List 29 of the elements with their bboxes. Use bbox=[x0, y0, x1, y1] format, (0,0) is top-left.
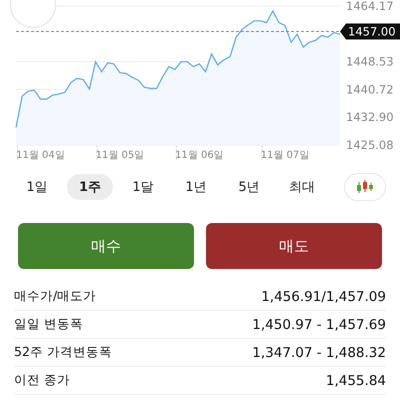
range-tab[interactable]: 5년 bbox=[226, 174, 272, 200]
price-tag: 1457.00 bbox=[340, 24, 400, 40]
axis-label: 1432.90 bbox=[346, 110, 394, 124]
axis-label: 1448.53 bbox=[346, 54, 394, 69]
stat-value: 1,456.91/1,457.09 bbox=[261, 288, 386, 304]
range-tab[interactable]: 1달 bbox=[120, 174, 166, 200]
axis-label: 11월 07일 bbox=[260, 150, 310, 161]
candlestick-icon bbox=[355, 180, 375, 194]
buy-button[interactable]: 매수 bbox=[18, 223, 194, 269]
range-tab[interactable]: 1일 bbox=[14, 174, 60, 200]
range-tab[interactable]: 최대 bbox=[279, 174, 325, 200]
axis-label: 11월 05일 bbox=[96, 150, 144, 161]
axis-label: 1440.72 bbox=[346, 82, 394, 96]
axis-label: 11월 06일 bbox=[175, 150, 224, 161]
stat-value: 1,455.84 bbox=[326, 372, 386, 388]
stat-label: 일일 변동폭 bbox=[14, 316, 83, 333]
axis-label: 11월 04일 bbox=[16, 150, 65, 161]
axis-label: 1425.08 bbox=[346, 138, 394, 152]
ref-line-label: 1457.00 bbox=[348, 24, 396, 38]
stat-label: 이전 종가 bbox=[14, 372, 70, 389]
axis-label: 1464.17 bbox=[346, 0, 394, 13]
stat-value: 1,450.97 - 1,457.69 bbox=[252, 316, 386, 332]
stat-label: 52주 가격변동폭 bbox=[14, 344, 112, 361]
chart-type-button[interactable] bbox=[344, 173, 386, 201]
sell-button[interactable]: 매도 bbox=[206, 223, 382, 269]
stat-label: 매수가/매도가 bbox=[14, 288, 96, 305]
stat-value: 1,347.07 - 1,488.32 bbox=[252, 344, 386, 360]
range-tab[interactable]: 1년 bbox=[173, 174, 219, 200]
range-tab[interactable]: 1주 bbox=[67, 174, 113, 200]
